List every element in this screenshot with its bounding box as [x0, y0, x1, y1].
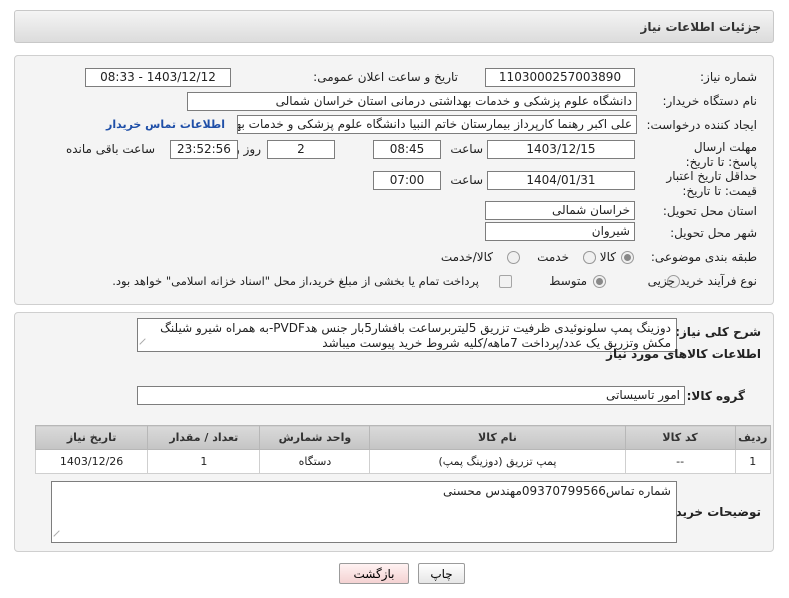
- deadline-time-label: ساعت: [450, 142, 483, 156]
- announce-label: تاریخ و ساعت اعلان عمومی:: [313, 70, 458, 84]
- buyer-org-label: نام دستگاه خریدار:: [662, 94, 758, 108]
- treasury-checkbox[interactable]: [499, 275, 512, 288]
- days-label: روز و: [234, 142, 261, 156]
- goods-table-header: ردیف کد کالا نام کالا واحد شمارش تعداد /…: [34, 425, 772, 450]
- validity-time-field: 07:00: [373, 171, 441, 190]
- category-option-goods: کالا: [599, 250, 616, 264]
- need-info-panel: شماره نیاز: 1103000257003890 تاریخ و ساع…: [14, 55, 774, 305]
- back-button[interactable]: بازگشت: [339, 563, 409, 584]
- goods-info-title: اطلاعات کالاهای مورد نیاز: [606, 347, 761, 361]
- page-title: جزئیات اطلاعات نیاز: [640, 20, 761, 34]
- col-row: ردیف: [734, 425, 772, 450]
- days-remaining-field: 2: [267, 140, 335, 159]
- process-radio-medium[interactable]: [593, 275, 606, 288]
- deadline-label: مهلت ارسال پاسخ: تا تاریخ:: [685, 140, 757, 169]
- goods-group-field: امور تاسیساتی: [137, 386, 685, 405]
- need-details-panel: شرح کلی نیاز: دوزینگ پمپ سلونوئیدی ظرفیت…: [14, 312, 774, 552]
- buyer-contact-link[interactable]: اطلاعات تماس خریدار: [106, 118, 225, 131]
- requester-label: ایجاد کننده درخواست:: [646, 118, 757, 132]
- category-radio-service[interactable]: [583, 251, 596, 264]
- summary-label: شرح کلی نیاز:: [675, 325, 761, 339]
- cell-date: 1403/12/26: [34, 449, 149, 474]
- cell-unit: دستگاه: [259, 449, 371, 474]
- col-qty: تعداد / مقدار: [147, 425, 261, 450]
- remaining-time-field: 23:52:56: [170, 140, 238, 159]
- need-number-label: شماره نیاز:: [700, 70, 757, 84]
- category-option-service: خدمت: [537, 250, 569, 264]
- buyer-org-field: دانشگاه علوم پزشکی و خدمات بهداشتی درمان…: [187, 92, 637, 111]
- validity-date-field: 1404/01/31: [487, 171, 635, 190]
- cell-qty: 1: [147, 449, 261, 474]
- deadline-date-field: 1403/12/15: [487, 140, 635, 159]
- deadline-time-field: 08:45: [373, 140, 441, 159]
- buyer-notes-text: شماره تماس09370799566مهندس محسنی: [443, 484, 671, 498]
- city-field: شیروان: [485, 222, 635, 241]
- col-name: نام کالا: [369, 425, 626, 450]
- category-label: طبقه بندی موضوعی:: [650, 250, 757, 264]
- col-code: کد کالا: [624, 425, 736, 450]
- col-date: تاریخ نیاز: [34, 425, 149, 450]
- category-radio-goods-service[interactable]: [507, 251, 520, 264]
- city-label: شهر محل تحویل:: [670, 226, 757, 240]
- remaining-time-label: ساعت باقی مانده: [65, 142, 155, 156]
- requester-field: علی اکبر رهنما کارپرداز بیمارستان خاتم ا…: [237, 115, 637, 134]
- page-header: جزئیات اطلاعات نیاز: [14, 10, 774, 43]
- province-field: خراسان شمالی: [485, 201, 635, 220]
- category-radio-goods[interactable]: [621, 251, 634, 264]
- buyer-notes-textarea: شماره تماس09370799566مهندس محسنی: [51, 481, 677, 543]
- goods-table: ردیف کد کالا نام کالا واحد شمارش تعداد /…: [34, 425, 772, 474]
- process-label: نوع فرآیند خرید :: [672, 274, 757, 288]
- process-option-minor: جزیی: [647, 274, 675, 288]
- category-option-goods-service: کالا/خدمت: [440, 250, 493, 264]
- announce-datetime-field: 1403/12/12 - 08:33: [85, 68, 231, 87]
- col-unit: واحد شمارش: [259, 425, 371, 450]
- validity-time-label: ساعت: [450, 173, 483, 187]
- cell-row: 1: [734, 449, 772, 474]
- table-row: 1 -- پمپ تزریق (دوزینگ پمپ) دستگاه 1 140…: [34, 449, 772, 474]
- process-option-medium: متوسط: [549, 274, 587, 288]
- cell-code: --: [624, 449, 736, 474]
- summary-text: دوزینگ پمپ سلونوئیدی ظرفیت تزریق 5لیتربر…: [160, 321, 671, 350]
- goods-group-label: گروه کالا:: [686, 389, 745, 403]
- need-number-field: 1103000257003890: [485, 68, 635, 87]
- treasury-note: پرداخت تمام یا بخشی از مبلغ خرید،از محل …: [112, 274, 479, 288]
- print-button[interactable]: چاپ: [418, 563, 465, 584]
- cell-name: پمپ تزریق (دوزینگ پمپ): [369, 449, 626, 474]
- province-label: استان محل تحویل:: [662, 204, 757, 218]
- summary-textarea: دوزینگ پمپ سلونوئیدی ظرفیت تزریق 5لیتربر…: [137, 318, 677, 352]
- min-validity-label: حداقل تاریخ اعتبار قیمت: تا تاریخ:: [666, 169, 757, 198]
